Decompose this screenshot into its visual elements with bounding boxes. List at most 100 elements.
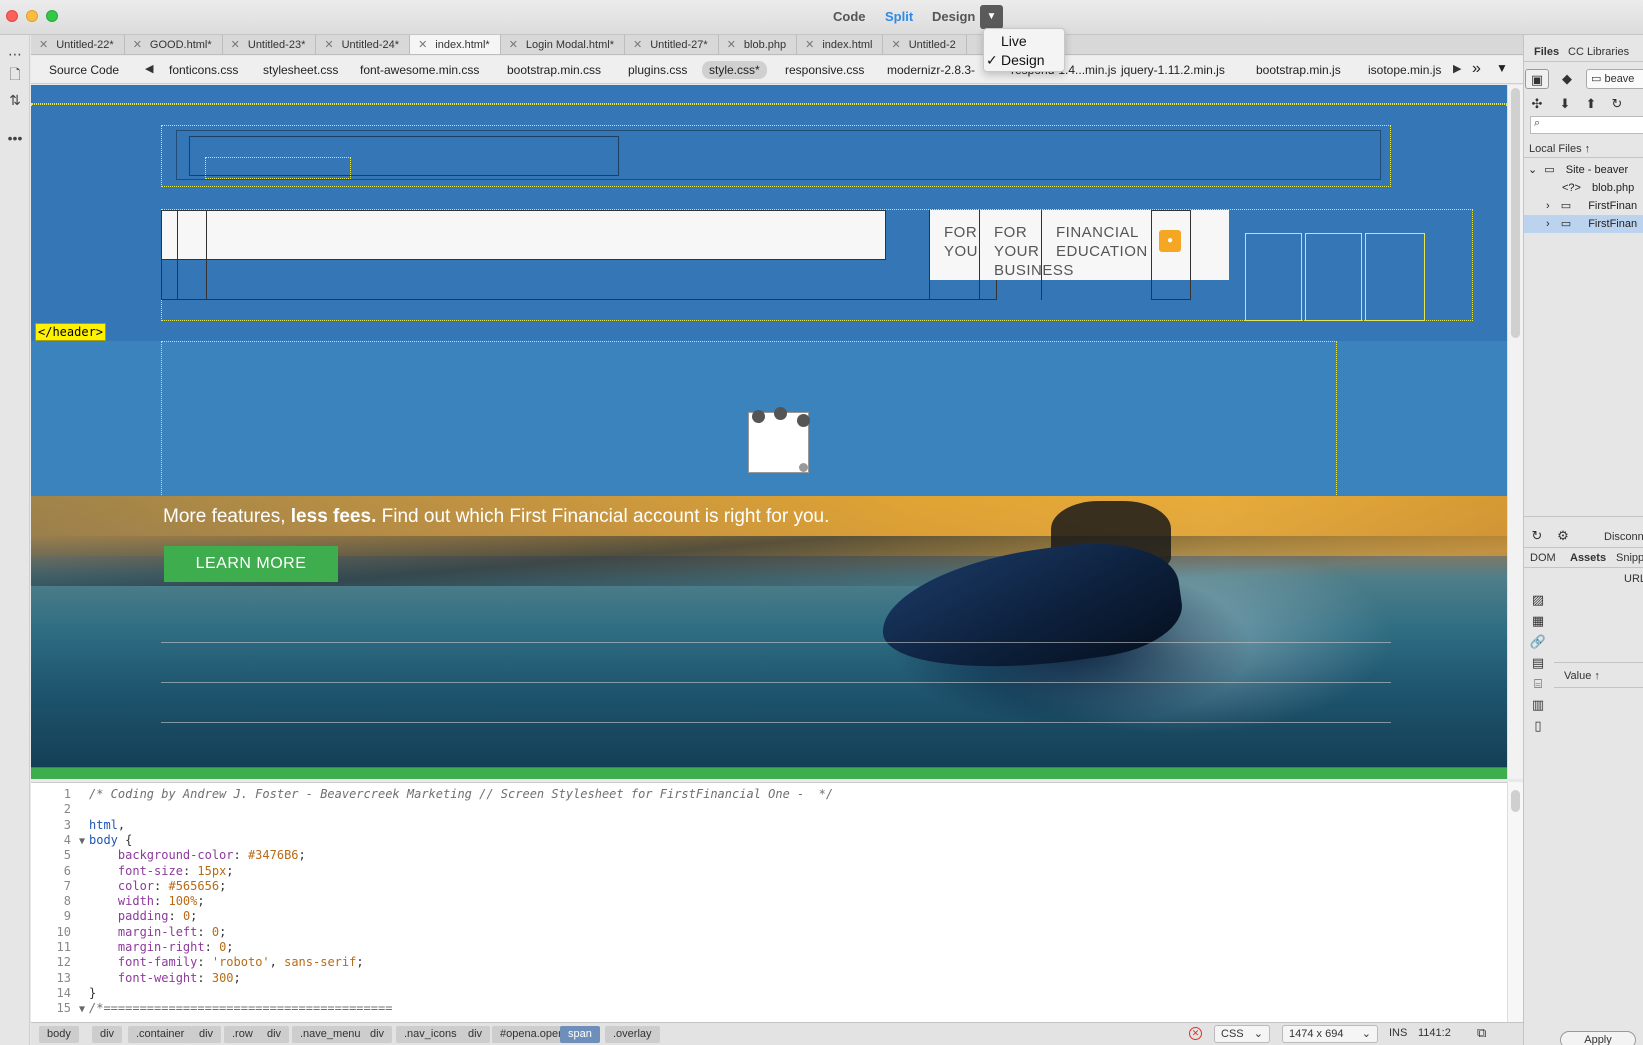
- minimize-window-button[interactable]: [26, 10, 38, 22]
- tree-item-folder[interactable]: › ▭ FirstFinan: [1524, 197, 1643, 215]
- tab-untitled-2[interactable]: ✕ Untitled-2: [883, 35, 967, 54]
- tab-blob-php[interactable]: ✕ blob.php: [719, 35, 798, 54]
- close-icon[interactable]: ✕: [509, 39, 518, 51]
- more-options-icon[interactable]: •••: [6, 129, 24, 147]
- code-line[interactable]: 6 font-size: 15px;: [31, 863, 234, 879]
- tab-index-html-active[interactable]: ✕ index.html*: [410, 35, 501, 54]
- preview-icon[interactable]: ⧉: [1477, 1025, 1486, 1041]
- tab-dom[interactable]: DOM: [1530, 552, 1556, 564]
- tab-snippets[interactable]: Snipp: [1616, 552, 1643, 564]
- breadcrumb-item[interactable]: div: [191, 1026, 222, 1043]
- nav-item-financial-education[interactable]: FINANCIAL EDUCATION: [1041, 210, 1151, 300]
- tree-item-folder-selected[interactable]: › ▭ FirstFinan: [1524, 215, 1643, 233]
- insert-mode[interactable]: INS: [1389, 1027, 1407, 1039]
- error-icon[interactable]: ✕: [1189, 1027, 1202, 1040]
- breadcrumb-item[interactable]: div: [362, 1026, 393, 1043]
- related-file-isotope[interactable]: isotope.min.js: [1368, 63, 1441, 77]
- tab-files[interactable]: Files: [1534, 46, 1559, 58]
- library-icon[interactable]: ▯: [1529, 717, 1547, 735]
- related-file-modernizr[interactable]: modernizr-2.8.3-: [887, 63, 975, 77]
- window-size-select[interactable]: 1474 x 694 ⌄: [1282, 1025, 1378, 1043]
- menu-item-live[interactable]: Live: [984, 32, 1064, 51]
- nav-item-for-you[interactable]: FOR YOU: [929, 210, 979, 300]
- tab-untitled-22[interactable]: ✕ Untitled-22*: [31, 35, 125, 54]
- close-icon[interactable]: ✕: [891, 39, 900, 51]
- code-line[interactable]: 4 ▼ body {: [31, 832, 133, 848]
- zoom-window-button[interactable]: [46, 10, 58, 22]
- breadcrumb-item[interactable]: div: [259, 1026, 290, 1043]
- code-line[interactable]: 7 color: #565656;: [31, 878, 227, 894]
- tab-untitled-23[interactable]: ✕ Untitled-23*: [223, 35, 317, 54]
- close-icon[interactable]: ✕: [324, 39, 333, 51]
- related-file-jquery[interactable]: jquery-1.11.2.min.js: [1121, 63, 1225, 77]
- code-line[interactable]: 2: [31, 801, 89, 817]
- local-files-header[interactable]: Local Files ↑: [1529, 143, 1590, 155]
- refresh-icon[interactable]: ↻: [1608, 95, 1626, 113]
- git-settings-icon[interactable]: ⚙: [1554, 527, 1572, 545]
- close-icon[interactable]: ✕: [231, 39, 240, 51]
- close-icon[interactable]: ✕: [805, 39, 814, 51]
- close-icon[interactable]: ✕: [418, 39, 427, 51]
- scrollbar-thumb[interactable]: [1511, 790, 1520, 812]
- design-scrollbar[interactable]: [1507, 85, 1523, 779]
- header-close-tag[interactable]: </header>: [35, 323, 107, 341]
- tab-index-html[interactable]: ✕ index.html: [797, 35, 884, 54]
- code-line[interactable]: 3 html,: [31, 817, 125, 833]
- close-icon[interactable]: ✕: [39, 39, 48, 51]
- breadcrumb-item[interactable]: .nave_menu: [292, 1026, 369, 1043]
- put-files-icon[interactable]: ⬆: [1582, 95, 1600, 113]
- tab-cc-libraries[interactable]: CC Libraries: [1568, 46, 1629, 58]
- breadcrumb-item[interactable]: .nav_icons: [396, 1026, 465, 1043]
- related-file-bootstrap-css[interactable]: bootstrap.min.css: [507, 63, 601, 77]
- code-view[interactable]: 1 /* Coding by Andrew J. Foster - Beaverc…: [31, 782, 1507, 1022]
- expand-icon[interactable]: ✣: [1528, 95, 1546, 113]
- breadcrumb-item[interactable]: .container: [128, 1026, 193, 1043]
- menu-item-design[interactable]: ✓ Design: [984, 51, 1064, 70]
- related-file-responsive[interactable]: responsive.css: [785, 63, 864, 77]
- links-icon[interactable]: 🔗: [1529, 633, 1547, 651]
- close-icon[interactable]: ✕: [633, 39, 642, 51]
- tab-login-modal[interactable]: ✕ Login Modal.html*: [501, 35, 625, 54]
- filter-icon[interactable]: ▼: [1496, 61, 1508, 75]
- breadcrumb-item[interactable]: span: [560, 1026, 600, 1043]
- related-file-plugins[interactable]: plugins.css: [628, 63, 687, 77]
- code-line[interactable]: 8 width: 100%;: [31, 893, 205, 909]
- related-file-stylesheet[interactable]: stylesheet.css: [263, 63, 338, 77]
- code-scrollbar[interactable]: [1507, 782, 1523, 1022]
- apply-button[interactable]: Apply: [1560, 1031, 1636, 1045]
- related-file-bootstrap-js[interactable]: bootstrap.min.js: [1256, 63, 1341, 77]
- breadcrumb-item[interactable]: .row: [224, 1026, 261, 1043]
- code-line[interactable]: 14}: [31, 985, 97, 1001]
- related-file-fonticons[interactable]: fonticons.css: [169, 63, 238, 77]
- close-icon[interactable]: ✕: [727, 39, 736, 51]
- sort-icon[interactable]: ⇅: [6, 91, 24, 109]
- scroll-left-icon[interactable]: ◀: [145, 62, 153, 75]
- code-line[interactable]: 11 margin-right: 0;: [31, 939, 234, 955]
- templates-icon[interactable]: ▥: [1529, 696, 1547, 714]
- code-line[interactable]: 10 margin-left: 0;: [31, 924, 227, 940]
- view-mode-dropdown-button[interactable]: ▼: [980, 5, 1003, 29]
- fold-toggle-icon[interactable]: ▼: [79, 1002, 89, 1018]
- breadcrumb-item[interactable]: div: [92, 1026, 123, 1043]
- code-line[interactable]: 5 background-color: #3476B6;: [31, 847, 306, 863]
- code-line[interactable]: 13 font-weight: 300;: [31, 970, 241, 986]
- scroll-right-icon[interactable]: ▶: [1453, 62, 1461, 75]
- media-icon[interactable]: ▤: [1529, 654, 1547, 672]
- code-view-button[interactable]: Code: [833, 9, 866, 24]
- related-file-style-active[interactable]: style.css*: [702, 61, 767, 79]
- nav-item-for-your-business[interactable]: FOR YOUR BUSINESS: [979, 210, 1073, 300]
- tree-item-site[interactable]: ⌄ ▭ Site - beaver: [1524, 161, 1643, 179]
- tree-item-blob-php[interactable]: <?> blob.php: [1524, 179, 1643, 197]
- url-column-header[interactable]: URL: [1624, 573, 1643, 585]
- git-icon[interactable]: ◆: [1558, 70, 1576, 88]
- language-select[interactable]: CSS ⌄: [1214, 1025, 1270, 1043]
- tab-untitled-24[interactable]: ✕ Untitled-24*: [316, 35, 411, 54]
- scrollbar-thumb[interactable]: [1511, 88, 1520, 338]
- more-files-button[interactable]: »: [1472, 60, 1481, 78]
- code-line[interactable]: 15 ▼/*===================================…: [31, 1000, 393, 1018]
- breadcrumb-item[interactable]: div: [460, 1026, 491, 1043]
- value-column-header[interactable]: Value ↑: [1564, 670, 1600, 682]
- breadcrumb-item[interactable]: body: [39, 1026, 79, 1043]
- user-icon[interactable]: ●: [1159, 230, 1181, 252]
- close-window-button[interactable]: [6, 10, 18, 22]
